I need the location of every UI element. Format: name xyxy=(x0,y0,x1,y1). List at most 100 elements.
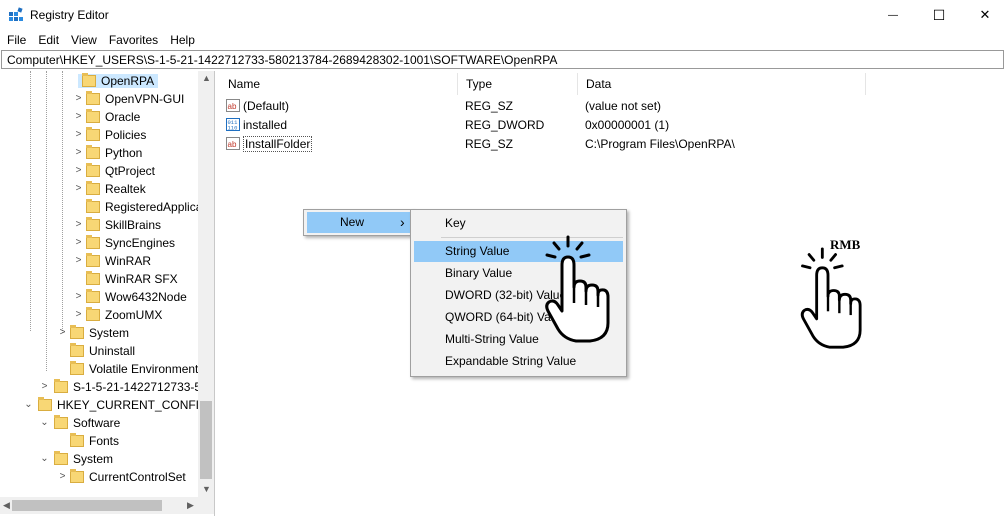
folder-icon xyxy=(86,307,100,321)
folder-icon xyxy=(86,109,100,123)
minimize-button[interactable]: — xyxy=(870,0,916,30)
menu-favorites[interactable]: Favorites xyxy=(103,31,164,49)
scroll-right-icon[interactable]: ▶ xyxy=(187,500,194,511)
tree-item-fonts[interactable]: Fonts xyxy=(70,432,119,450)
close-icon: ✕ xyxy=(979,7,991,22)
scrollbar-thumb[interactable] xyxy=(200,401,212,479)
tree-item-volatile-environment[interactable]: Volatile Environment xyxy=(70,360,198,378)
scroll-down-icon[interactable]: ▼ xyxy=(202,484,211,494)
expand-icon[interactable]: > xyxy=(58,468,67,486)
expand-icon[interactable]: > xyxy=(74,216,83,234)
tree-item-system[interactable]: System xyxy=(70,324,129,342)
expand-icon[interactable]: > xyxy=(74,180,83,198)
tree-item-user-sid[interactable]: S-1-5-21-1422712733-58 xyxy=(54,378,208,396)
tree-item-winrar-sfx[interactable]: WinRAR SFX xyxy=(86,270,178,288)
maximize-button[interactable]: ☐ xyxy=(916,0,962,30)
tree-item-skillbrains[interactable]: SkillBrains xyxy=(86,216,161,234)
collapse-icon[interactable]: ⌄ xyxy=(40,450,49,468)
expand-icon[interactable]: > xyxy=(74,144,83,162)
menu-file[interactable]: File xyxy=(0,31,32,49)
tree-item-system-config[interactable]: System xyxy=(54,450,113,468)
expand-icon[interactable]: > xyxy=(58,324,67,342)
value-row[interactable]: ab (Default) xyxy=(226,97,289,115)
string-value-icon: ab xyxy=(226,99,240,112)
value-row[interactable]: 011 110 installed xyxy=(226,116,287,134)
context-menu-new[interactable]: New › xyxy=(307,212,410,233)
column-header-name[interactable]: Name xyxy=(220,73,458,95)
tree-item-software[interactable]: Software xyxy=(54,414,120,432)
expand-icon[interactable]: > xyxy=(74,234,83,252)
tree-horizontal-scrollbar[interactable]: ◀ ▶ xyxy=(0,497,214,514)
tree-item-realtek[interactable]: Realtek xyxy=(86,180,146,198)
address-bar[interactable]: Computer\HKEY_USERS\S-1-5-21-1422712733-… xyxy=(1,50,1004,69)
scroll-up-icon[interactable]: ▲ xyxy=(202,73,211,83)
tree-item-currentcontrolset[interactable]: CurrentControlSet xyxy=(70,468,186,486)
tree-item-wow6432node[interactable]: Wow6432Node xyxy=(86,288,187,306)
folder-icon xyxy=(86,91,100,105)
collapse-icon[interactable]: ⌄ xyxy=(24,396,33,414)
tree-guide-line xyxy=(62,71,63,333)
expand-icon[interactable]: > xyxy=(40,378,49,396)
tree-guide-line xyxy=(30,71,31,331)
expand-icon[interactable]: > xyxy=(74,288,83,306)
tree-item-openrpa[interactable]: OpenRPA xyxy=(78,72,159,90)
menu-edit[interactable]: Edit xyxy=(32,31,65,49)
folder-icon xyxy=(86,217,100,231)
close-button[interactable]: ✕ xyxy=(962,0,1008,30)
scrollbar-thumb[interactable] xyxy=(12,500,162,511)
expand-icon[interactable]: > xyxy=(74,306,83,324)
value-data: (value not set) xyxy=(585,99,662,113)
tree-item-openvpn[interactable]: OpenVPN-GUI xyxy=(86,90,184,108)
value-row[interactable]: ab InstallFolder xyxy=(226,135,313,153)
folder-icon xyxy=(86,271,100,285)
tree-item-qtproject[interactable]: QtProject xyxy=(86,162,155,180)
hand-pointer-icon xyxy=(545,235,610,343)
folder-icon xyxy=(54,415,68,429)
expand-icon[interactable]: > xyxy=(74,252,83,270)
folder-icon xyxy=(70,361,84,375)
tree-item-zoomumx[interactable]: ZoomUMX xyxy=(86,306,162,324)
folder-icon xyxy=(86,145,100,159)
column-header-data[interactable]: Data xyxy=(578,73,866,95)
tree-pane: OpenRPA > OpenVPN-GUI > Oracle > Policie… xyxy=(0,71,215,516)
value-type: REG_SZ xyxy=(465,137,514,151)
value-type: REG_SZ xyxy=(465,99,514,113)
expand-icon[interactable]: > xyxy=(74,90,83,108)
collapse-icon[interactable]: ⌄ xyxy=(40,414,49,432)
submenu-key[interactable]: Key xyxy=(414,213,623,234)
menu-help[interactable]: Help xyxy=(164,31,201,49)
title-bar: Registry Editor — ☐ ✕ xyxy=(0,0,1008,30)
menu-view[interactable]: View xyxy=(65,31,103,49)
value-type: REG_DWORD xyxy=(465,118,545,132)
folder-icon xyxy=(86,289,100,303)
folder-icon xyxy=(70,343,84,357)
chevron-right-icon: › xyxy=(400,214,405,230)
tree-item-syncengines[interactable]: SyncEngines xyxy=(86,234,175,252)
tree-item-registeredapplications[interactable]: RegisteredApplica xyxy=(86,198,202,216)
window-title: Registry Editor xyxy=(30,8,109,22)
tree-item-policies[interactable]: Policies xyxy=(86,126,146,144)
scroll-left-icon[interactable]: ◀ xyxy=(3,500,10,511)
tree-guide-line xyxy=(46,71,47,371)
expand-icon[interactable]: > xyxy=(74,108,83,126)
value-data: C:\Program Files\OpenRPA\ xyxy=(585,137,735,151)
value-data: 0x00000001 (1) xyxy=(585,118,670,132)
submenu-expandable-string-value[interactable]: Expandable String Value xyxy=(414,351,623,372)
tree-vertical-scrollbar[interactable]: ▲ ▼ xyxy=(198,71,214,499)
folder-icon xyxy=(86,181,100,195)
hand-pointer-icon xyxy=(800,247,862,349)
expand-icon[interactable]: > xyxy=(74,162,83,180)
expand-icon[interactable]: > xyxy=(74,126,83,144)
folder-icon xyxy=(70,469,84,483)
tree-item-uninstall[interactable]: Uninstall xyxy=(70,342,135,360)
minimize-icon: — xyxy=(888,9,898,21)
folder-icon xyxy=(70,325,84,339)
tree-item-oracle[interactable]: Oracle xyxy=(86,108,140,126)
binary-value-icon: 011110 xyxy=(226,118,240,131)
tree-item-hkey-current-config[interactable]: HKEY_CURRENT_CONFIG xyxy=(38,396,208,414)
tree-item-winrar[interactable]: WinRAR xyxy=(86,252,151,270)
column-header-type[interactable]: Type xyxy=(458,73,578,95)
folder-icon xyxy=(70,433,84,447)
folder-icon xyxy=(86,235,100,249)
tree-item-python[interactable]: Python xyxy=(86,144,142,162)
